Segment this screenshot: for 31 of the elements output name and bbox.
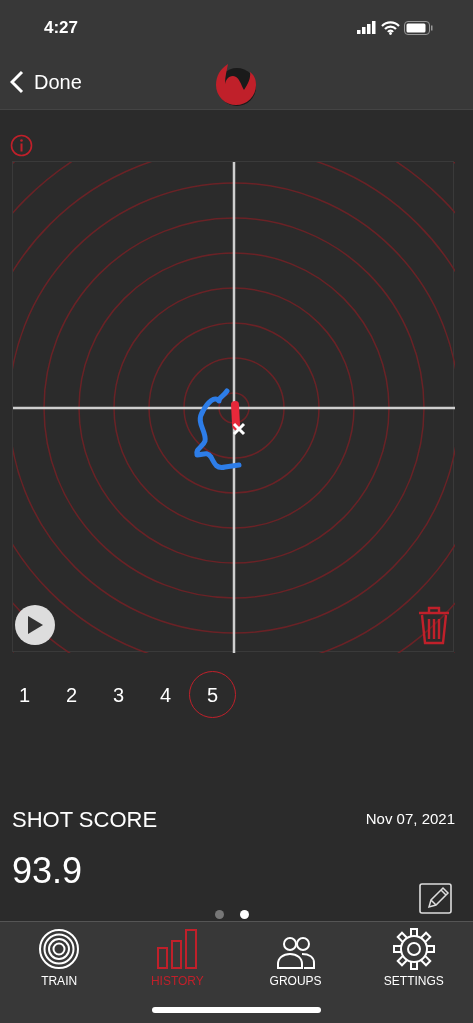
tab-button[interactable]: GROUPS — [236, 922, 355, 1023]
shot-button[interactable]: 1 — [1, 671, 48, 718]
page-dot[interactable] — [239, 910, 249, 919]
chevron-left-icon — [10, 70, 24, 94]
people-icon — [275, 936, 316, 970]
shot-button[interactable]: 3 — [95, 671, 142, 718]
shot-date: Nov 07, 2021 — [365, 809, 455, 830]
page-dot[interactable] — [214, 910, 224, 919]
score-label: SHOT SCORE — [12, 806, 158, 834]
play-button[interactable] — [15, 605, 55, 645]
shot-button[interactable]: 4 — [142, 671, 189, 718]
delete-button[interactable] — [417, 605, 451, 645]
edit-icon — [419, 882, 453, 914]
edit-button[interactable] — [419, 882, 453, 914]
tab-button[interactable]: TRAIN — [0, 922, 119, 1023]
wifi-icon — [381, 20, 400, 35]
signal-icon — [357, 21, 377, 34]
info-icon[interactable] — [10, 134, 33, 157]
tab-button[interactable]: SETTINGS — [354, 922, 473, 1023]
shot-trace — [231, 401, 240, 431]
bar-chart-icon — [156, 928, 199, 970]
play-icon — [26, 615, 44, 635]
shot-button[interactable]: 2 — [48, 671, 95, 718]
battery-icon — [404, 20, 433, 35]
settings-icon — [392, 928, 435, 970]
shot-marker-icon — [232, 422, 246, 436]
clock: 4:27 — [44, 16, 79, 39]
score-value: 93.9 — [12, 849, 83, 893]
target-icon — [38, 928, 81, 970]
trash-icon — [417, 605, 451, 645]
back-button[interactable]: Done — [0, 67, 82, 97]
